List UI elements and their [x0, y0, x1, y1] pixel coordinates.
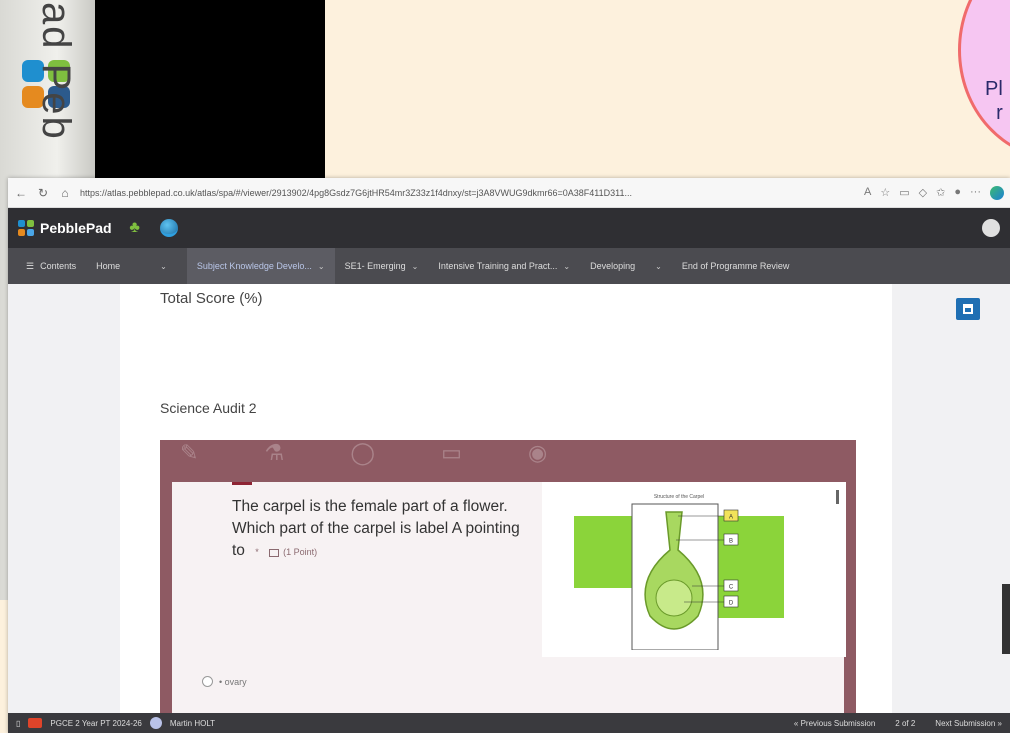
previous-submission-button[interactable]: « Previous Submission — [794, 719, 875, 728]
label-a: A — [729, 515, 733, 521]
chevron-down-icon[interactable]: ⌄ — [655, 262, 662, 271]
diagram-green-left — [574, 516, 632, 588]
app-logo[interactable]: PebblePad — [18, 220, 112, 236]
workspace-tag-icon — [28, 718, 43, 728]
label-b: B — [729, 539, 733, 545]
points-label: (1 Point) — [283, 547, 318, 557]
page-indicator: 2 of 2 — [895, 718, 916, 728]
app-header: PebblePad ♣ — [8, 208, 1010, 248]
extensions-icon[interactable]: ◇ — [919, 186, 927, 200]
speech-bubble: Pl r — [958, 0, 1010, 160]
embedded-form: ✎ ⚗ ◯ ▭ ◉ The carpel is the female part … — [160, 440, 856, 713]
question-accent — [232, 482, 252, 485]
refresh-icon[interactable]: ↻ — [36, 186, 50, 200]
radio-button[interactable] — [202, 676, 213, 687]
browser-toolbar: A ☆ ▭ ◇ ✩ ● ··· — [864, 185, 1004, 200]
bubble-text: Pl r — [985, 78, 1003, 124]
nav-item-intensive-training[interactable]: Intensive Training and Pract... ⌄ — [428, 248, 580, 284]
url-field[interactable]: https://atlas.pebblepad.co.uk/atlas/spa/… — [80, 188, 856, 198]
nav-item-label: End of Programme Review — [681, 261, 790, 271]
split-screen-icon[interactable]: ▭ — [899, 186, 909, 200]
workbook-nav: ☰ Contents Home ⌄ Subject Knowledge Deve… — [8, 248, 1010, 284]
profile-icon[interactable]: ● — [954, 186, 961, 200]
nav-contents[interactable]: ☰ Contents — [16, 248, 86, 284]
app-name: PebblePad — [40, 220, 112, 236]
nav-item-label: Home — [96, 261, 121, 271]
save-icon — [963, 304, 973, 314]
pebblepad-mark-icon — [18, 220, 34, 236]
answer-option-label: • ovary — [219, 676, 247, 687]
nav-item-label: Developing — [590, 261, 636, 271]
page-content: Total Score (%) Science Audit 2 ✎ ⚗ ◯ ▭ … — [8, 284, 1010, 713]
chevron-down-icon[interactable]: ⌄ — [160, 262, 167, 271]
question-points: (1 Point) — [269, 547, 317, 557]
contents-icon: ☰ — [26, 260, 35, 271]
save-button[interactable] — [956, 298, 980, 320]
read-aloud-icon[interactable]: A — [864, 186, 871, 200]
required-mark: * — [255, 547, 259, 557]
globe-icon[interactable] — [158, 217, 180, 239]
answer-option-ovary[interactable]: • ovary — [202, 676, 247, 687]
chevron-down-icon[interactable]: ⌄ — [563, 262, 570, 271]
carpel-diagram: Structure of the Carpel A B C D — [542, 482, 846, 657]
section-title: Science Audit 2 — [160, 400, 257, 416]
screen: ad Peb Pl r ← ↻ ⌂ https://atlas.pebblepa… — [0, 0, 1010, 733]
immersive-reader-icon[interactable] — [269, 548, 280, 557]
favorite-icon[interactable]: ☆ — [880, 186, 890, 200]
nav-item-label: Intensive Training and Pract... — [438, 261, 558, 271]
tree-icon[interactable]: ♣ — [124, 217, 146, 239]
more-icon[interactable]: ··· — [970, 186, 981, 200]
favorites-bar-icon[interactable]: ✩ — [936, 186, 945, 200]
next-submission-button[interactable]: Next Submission » — [935, 719, 1002, 728]
nav-item-home[interactable]: Home ⌄ — [86, 248, 187, 284]
nav-contents-label: Contents — [40, 261, 77, 271]
address-bar: ← ↻ ⌂ https://atlas.pebblepad.co.uk/atla… — [8, 178, 1010, 208]
backdrop-logo-text: ad Peb — [34, 2, 78, 141]
total-score-label: Total Score (%) — [160, 290, 263, 307]
chevron-down-icon[interactable]: ⌄ — [318, 262, 325, 271]
label-c: C — [729, 585, 734, 591]
panel-toggle-icon[interactable]: ▯ — [16, 719, 20, 728]
question-card: The carpel is the female part of a flowe… — [172, 482, 846, 713]
nav-item-developing[interactable]: Developing ⌄ — [580, 248, 672, 284]
form-scroll-handle[interactable] — [836, 490, 839, 504]
nav-item-label: SE1- Emerging — [344, 261, 406, 271]
diagram-title: Structure of the Carpel — [654, 494, 704, 500]
lock-icon: ⌂ — [61, 185, 69, 200]
carpel-diagram-svg: Structure of the Carpel A B C D — [574, 494, 784, 650]
browser-window: ← ↻ ⌂ https://atlas.pebblepad.co.uk/atla… — [8, 178, 1010, 733]
ovary-circle — [655, 579, 693, 617]
side-handle[interactable] — [1002, 584, 1010, 654]
nav-item-se1[interactable]: SE1- Emerging ⌄ — [335, 248, 429, 284]
user-name[interactable]: Martin HOLT — [170, 719, 215, 728]
form-panel: Total Score (%) Science Audit 2 ✎ ⚗ ◯ ▭ … — [120, 284, 892, 713]
label-d: D — [729, 601, 734, 607]
banner-decoration: ✎ ⚗ ◯ ▭ ◉ — [180, 440, 578, 465]
copilot-icon[interactable] — [990, 185, 1004, 200]
back-icon[interactable]: ← — [14, 186, 28, 200]
question-text: The carpel is the female part of a flowe… — [232, 496, 522, 563]
nav-item-label: Subject Knowledge Develo... — [196, 261, 312, 271]
status-bar: ▯ PGCE 2 Year PT 2024-26 Martin HOLT « P… — [8, 713, 1010, 733]
chevron-down-icon[interactable]: ⌄ — [412, 262, 419, 271]
user-avatar-small — [149, 717, 162, 729]
nav-item-subject-knowledge[interactable]: Subject Knowledge Develo... ⌄ — [186, 248, 335, 284]
workspace-name[interactable]: PGCE 2 Year PT 2024-26 — [50, 719, 141, 728]
submission-pager: « Previous Submission 2 of 2 Next Submis… — [794, 719, 1002, 728]
nav-item-end-of-programme[interactable]: End of Programme Review — [672, 248, 800, 284]
user-avatar[interactable] — [982, 219, 1000, 237]
